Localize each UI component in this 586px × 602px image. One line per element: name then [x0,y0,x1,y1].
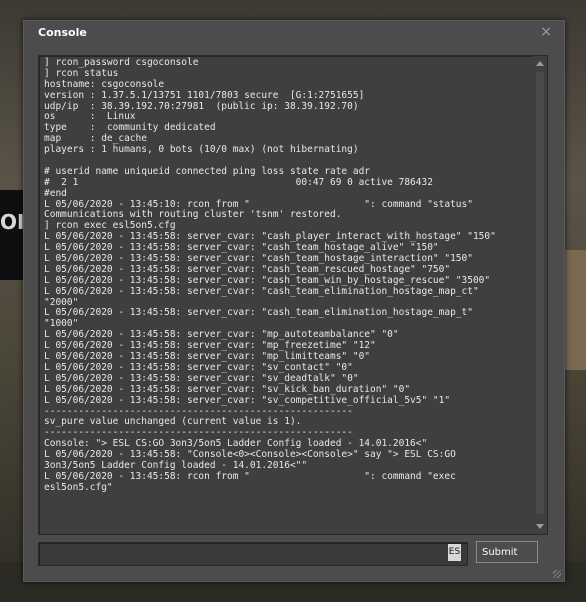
console-window: Console × ] rcon_password csgoconsole] r… [23,20,565,582]
console-line: version : 1.37.5.1/13751 1101/7803 secur… [44,89,365,101]
console-line: players : 1 humans, 0 bots (10/0 max) (n… [44,144,359,156]
scroll-up-icon[interactable] [536,61,544,66]
scrollbar-thumb[interactable] [536,72,544,514]
console-line: # 2 1 00:47 69 0 active 786432 [44,176,433,188]
console-line: L 05/06/2020 - 13:45:58: server_cvar: "s… [44,383,411,395]
resize-grip-icon[interactable] [553,570,561,578]
console-lines: ] rcon_password csgoconsole] rcon status… [44,57,528,494]
console-line: L 05/06/2020 - 13:45:58: server_cvar: "c… [44,285,479,297]
console-line: L 05/06/2020 - 13:45:58: rcon from " ": … [44,470,456,482]
scroll-down-icon[interactable] [536,524,544,529]
console-line: L 05/06/2020 - 13:45:58: server_cvar: "c… [44,307,473,319]
submit-button[interactable]: Submit [476,541,538,563]
close-icon[interactable]: × [540,24,552,40]
console-line: #end [44,187,67,199]
console-output[interactable]: ] rcon_password csgoconsole] rcon status… [38,55,548,535]
command-input[interactable] [38,542,468,566]
console-line: esl5on5.cfg" [44,481,113,493]
language-badge: ES [448,544,461,561]
console-line: L 05/06/2020 - 13:45:58: server_cvar: "s… [44,394,451,406]
scrollbar[interactable] [533,56,547,534]
window-title: Console [38,26,87,39]
window-titlebar[interactable]: Console × [24,21,564,45]
